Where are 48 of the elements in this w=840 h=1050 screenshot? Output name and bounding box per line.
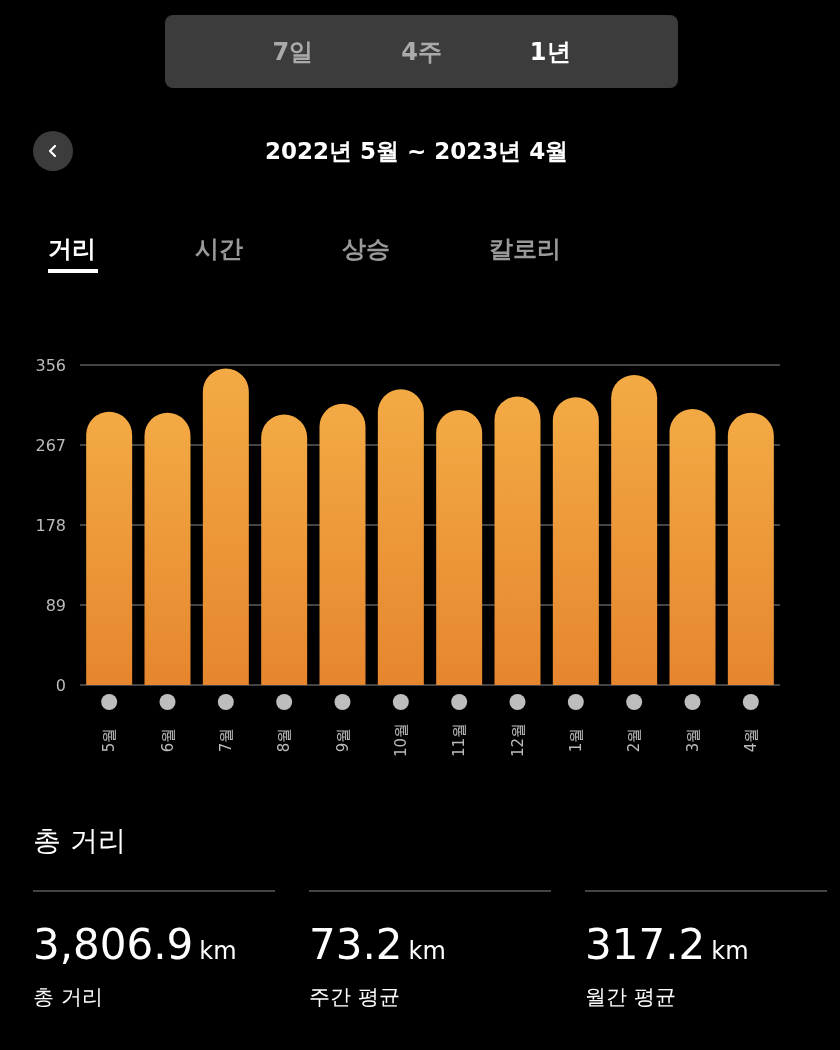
metric-tab[interactable]: 칼로리 <box>489 223 636 293</box>
dot-marker-icon <box>567 694 584 710</box>
x-axis-label: 12월 <box>508 722 527 758</box>
dot-marker-icon <box>334 694 351 710</box>
y-axis-label: 267 <box>35 436 66 455</box>
x-axis-label: 4월 <box>741 727 760 753</box>
stat-value: 73.2 <box>309 920 403 969</box>
dot-marker-icon <box>742 694 759 710</box>
stat-label: 총 거리 <box>33 984 104 1011</box>
dot-marker-icon <box>276 694 293 710</box>
stat-unit: km <box>711 937 749 965</box>
x-axis-label: 11월 <box>450 722 469 758</box>
stat-unit: km <box>199 937 237 965</box>
x-axis-label: 8월 <box>275 727 294 753</box>
period-tab[interactable]: 4주 <box>387 31 456 72</box>
x-axis-label: 9월 <box>333 727 352 753</box>
x-axis-label: 6월 <box>158 727 177 753</box>
x-axis-label: 7월 <box>216 727 235 753</box>
period-tab[interactable]: 1년 <box>515 31 585 72</box>
x-axis-label: 1월 <box>566 727 585 753</box>
stat-value: 317.2 <box>585 920 706 969</box>
stat-value: 3,806.9 <box>33 920 194 969</box>
dot-marker-icon <box>626 694 643 710</box>
dot-marker-icon <box>509 694 526 710</box>
x-axis-label: 10월 <box>391 722 410 758</box>
stat-label: 월간 평균 <box>585 984 677 1011</box>
dot-marker-icon <box>217 694 234 710</box>
y-axis-label: 356 <box>35 356 66 375</box>
x-axis-label: 2월 <box>625 727 644 753</box>
x-axis-label: 3월 <box>683 727 702 753</box>
stat-unit: km <box>408 937 446 965</box>
dot-marker-icon <box>101 694 118 710</box>
y-axis-label: 0 <box>55 676 66 695</box>
dot-marker-icon <box>159 694 176 710</box>
metric-tab[interactable]: 시간 <box>195 223 342 293</box>
period-tab[interactable]: 7일 <box>258 31 328 72</box>
y-axis-label: 89 <box>45 596 66 615</box>
metric-tab[interactable]: 상승 <box>342 223 489 293</box>
dot-marker-icon <box>451 694 468 710</box>
stat-label: 주간 평균 <box>309 984 401 1011</box>
section-title: 총 거리 <box>33 823 127 859</box>
y-axis-label: 178 <box>35 516 66 535</box>
x-axis-label: 5월 <box>100 727 119 753</box>
metric-tab[interactable]: 거리 <box>48 223 98 273</box>
back-button[interactable] <box>33 131 73 171</box>
dot-marker-icon <box>684 694 701 710</box>
date-range: 2022년 5월 ~ 2023년 4월 <box>265 136 569 166</box>
dot-marker-icon <box>392 694 409 710</box>
